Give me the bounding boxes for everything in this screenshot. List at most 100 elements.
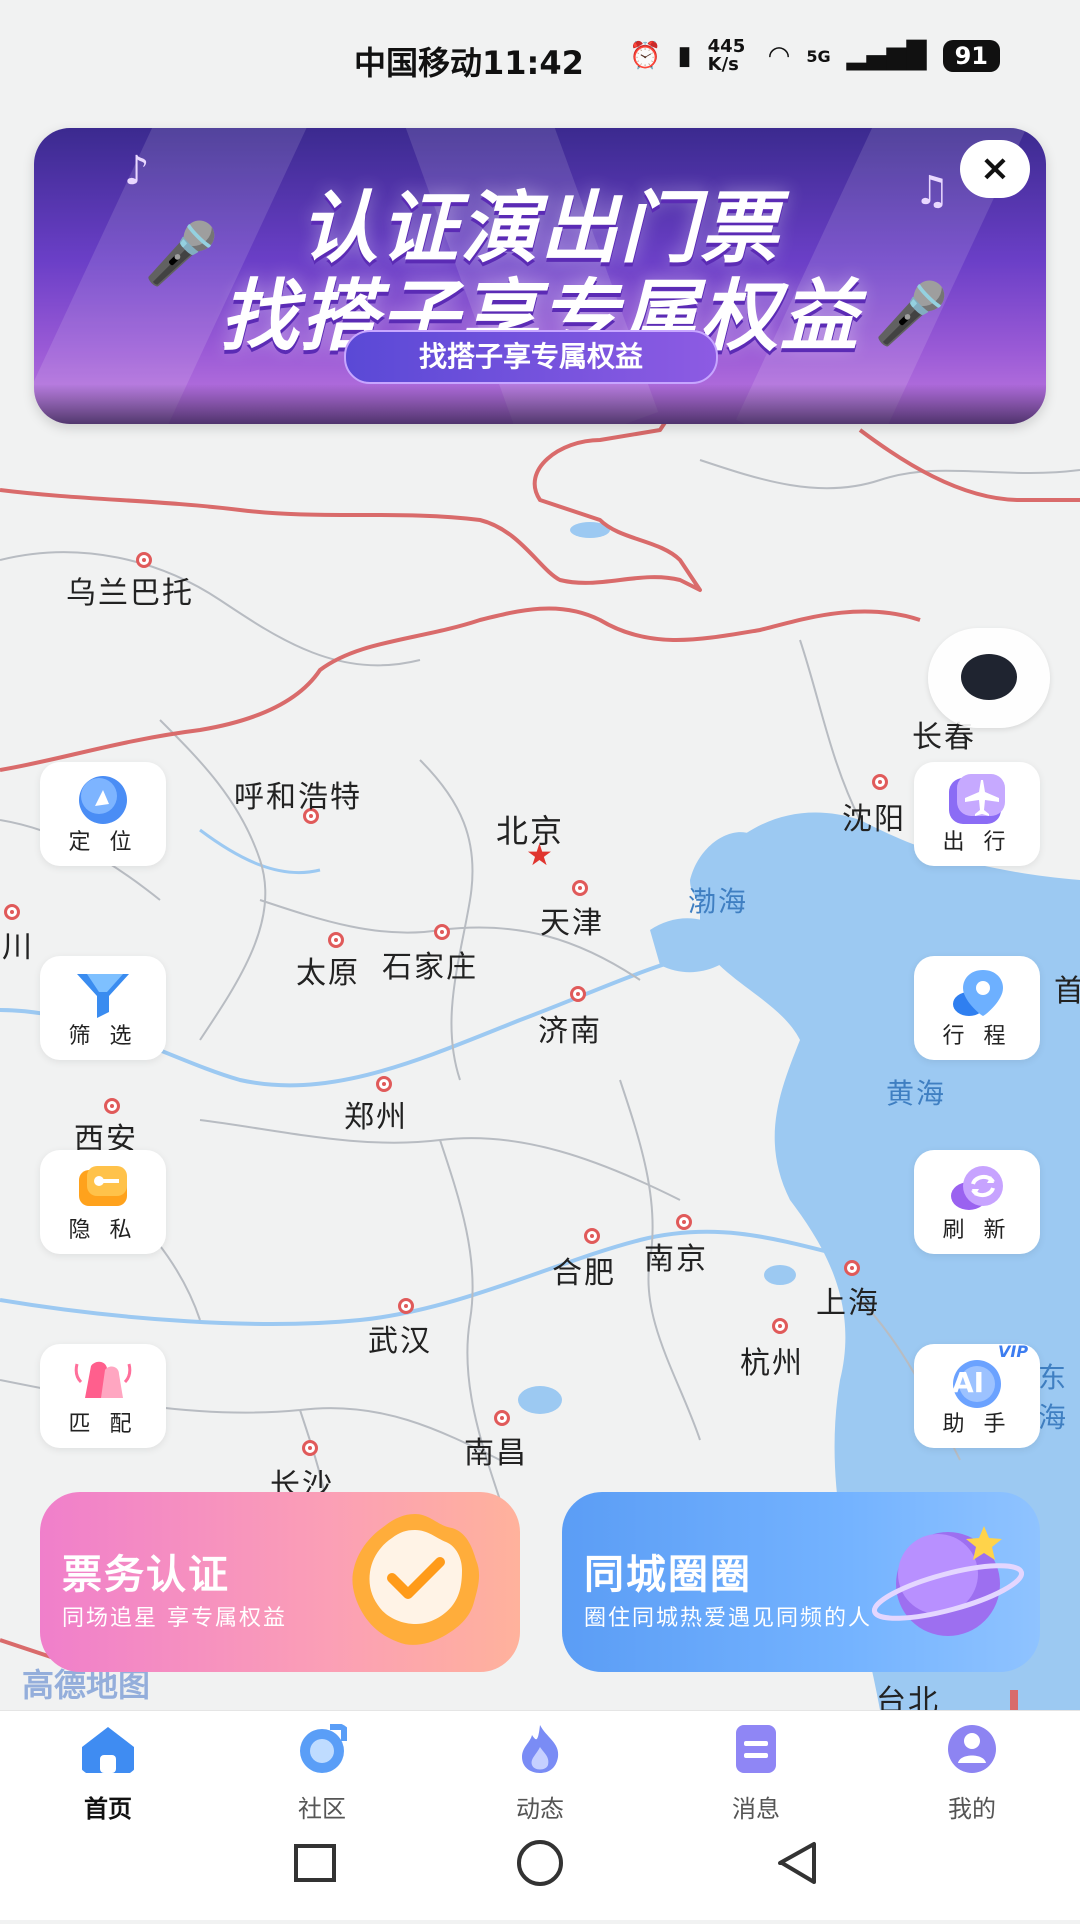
refresh-button[interactable]: 刷 新 (914, 1150, 1040, 1254)
ai-assistant-button[interactable]: AI VIP 助 手 (914, 1342, 1040, 1448)
city-marker (676, 1214, 692, 1230)
location-pin-icon (953, 970, 1003, 1016)
city-marker (104, 1098, 120, 1114)
nav-buttons (294, 1840, 816, 1886)
battery-indicator: 91 (942, 40, 1000, 72)
tab-profile[interactable]: 我的 (912, 1723, 1032, 1824)
tab-home[interactable]: 首页 (48, 1723, 168, 1824)
city-marker (302, 1440, 318, 1456)
document-icon (736, 1725, 776, 1773)
city-marker (570, 986, 586, 1002)
city-marker (872, 774, 888, 790)
sea-label-donghai: 东海 (1038, 1361, 1069, 1434)
home-icon (82, 1727, 134, 1773)
alarm-icon: ⏰ (628, 41, 662, 71)
city-marker (4, 904, 20, 920)
local-circle-subtitle: 圈住同城热爱遇见同频的人 (584, 1606, 873, 1631)
banner-close-button[interactable]: × (960, 140, 1030, 198)
tab-community[interactable]: 社区 (262, 1723, 382, 1824)
ai-badge: AI (952, 1366, 985, 1399)
city-label-tianjin: 天津 (540, 906, 604, 941)
network-type: 5G (806, 46, 831, 66)
airplane-icon (949, 774, 1005, 824)
vip-badge: VIP (998, 1342, 1029, 1361)
back-icon (778, 1842, 816, 1884)
sea-label-huanghai: 黄海 (886, 1077, 947, 1110)
tab-home-label: 首页 (84, 1795, 132, 1823)
city-label-shenyang: 沈阳 (842, 802, 906, 837)
city-label-yinchuan: 银川 (0, 930, 34, 965)
tab-messages-label: 消息 (732, 1795, 780, 1823)
filter-label: 筛 选 (68, 1024, 138, 1049)
city-label-hefei: 合肥 (552, 1256, 616, 1291)
city-marker (328, 932, 344, 948)
home-circle-icon (517, 1840, 563, 1886)
status-icons: ⏰ ▮ 445 K/s ◠ 5G ▂▄▆█ 91 (629, 38, 1000, 74)
compass-icon (79, 776, 127, 824)
tab-feed-label: 动态 (516, 1795, 564, 1823)
city-marker (772, 1318, 788, 1334)
locate-button[interactable]: 定 位 (40, 762, 166, 866)
filter-button[interactable]: 筛 选 (40, 956, 166, 1060)
city-marker (572, 880, 588, 896)
ticket-verify-subtitle: 同场追星 享专属权益 (62, 1606, 287, 1631)
city-label-nanjing: 南京 (644, 1242, 708, 1277)
planet-icon (871, 1526, 1025, 1636)
local-circle-title: 同城圈圈 (584, 1552, 752, 1598)
banner-cta[interactable]: 找搭子享专属权益 (344, 330, 718, 384)
bottom-tab-bar: 首页 社区 动态 消息 我的 (0, 1710, 1080, 1829)
filter-icon (77, 974, 129, 1018)
itinerary-label: 行 程 (942, 1024, 1012, 1049)
recent-apps-icon (294, 1844, 336, 1882)
status-time: 11:42 (482, 44, 584, 82)
city-label-taipei: 台北 (876, 1684, 940, 1710)
city-marker (584, 1228, 600, 1244)
ticket-verify-card[interactable]: 票务认证 同场追星 享专属权益 (40, 1492, 520, 1672)
city-label-ulaanbaatar: 乌兰巴托 (66, 576, 194, 611)
tab-profile-label: 我的 (948, 1795, 996, 1823)
checkmark-badge-icon (352, 1514, 480, 1645)
privacy-label: 隐 私 (68, 1218, 138, 1243)
refresh-label: 刷 新 (942, 1218, 1012, 1243)
city-label-shijiazhuang: 石家庄 (382, 950, 478, 985)
system-navigation-bar (0, 1828, 1080, 1920)
match-label: 匹 配 (68, 1412, 138, 1437)
wifi-icon: ◠ (767, 41, 791, 71)
tab-feed[interactable]: 动态 (480, 1723, 600, 1824)
floating-assistant-button[interactable] (928, 628, 1050, 728)
city-label-hohhot: 呼和浩特 (234, 780, 362, 815)
bell-icon (74, 1361, 132, 1398)
local-circle-card[interactable]: 同城圈圈 圈住同城热爱遇见同频的人 (562, 1492, 1040, 1672)
status-carrier: 中国移动11:42 (354, 38, 584, 84)
city-label-jinan: 济南 (538, 1014, 602, 1049)
net-speed: 445 K/s (707, 36, 746, 75)
stage-crowd (34, 384, 1046, 424)
status-bar: 中国移动11:42 ⏰ ▮ 445 K/s ◠ 5G ▂▄▆█ 91 (0, 0, 1080, 120)
floating-dot-icon (961, 654, 1017, 700)
tab-messages[interactable]: 消息 (696, 1723, 816, 1824)
ai-assistant-label: 助 手 (942, 1412, 1012, 1437)
city-marker (136, 552, 152, 568)
itinerary-button[interactable]: 行 程 (914, 956, 1040, 1060)
carrier-name: 中国移动 (354, 44, 483, 82)
city-marker (494, 1410, 510, 1426)
flame-icon (522, 1725, 559, 1773)
signal-icon: ▂▄▆█ (846, 41, 927, 71)
city-label-beijing: 北京 (496, 812, 565, 850)
refresh-icon (951, 1166, 1003, 1210)
match-button[interactable]: 匹 配 (40, 1344, 166, 1448)
vibrate-icon: ▮ (677, 41, 692, 71)
user-icon (948, 1725, 996, 1773)
city-label-taiyuan: 太原 (296, 956, 360, 991)
city-label-seoul: 首 (1054, 974, 1080, 1009)
promo-banner[interactable]: ♪ ♫ 🎤 🎤 认证演出门票 找搭子享专属权益 找搭子享专属权益 (34, 128, 1046, 424)
city-label-zhengzhou: 郑州 (344, 1100, 408, 1135)
privacy-button[interactable]: 隐 私 (40, 1150, 166, 1254)
tab-community-label: 社区 (298, 1795, 346, 1823)
community-icon (300, 1724, 347, 1773)
travel-button[interactable]: 出 行 (914, 762, 1040, 866)
city-label-hangzhou: 杭州 (740, 1346, 804, 1381)
city-label-shanghai: 上海 (816, 1286, 880, 1321)
locate-label: 定 位 (68, 830, 138, 855)
city-marker (434, 924, 450, 940)
